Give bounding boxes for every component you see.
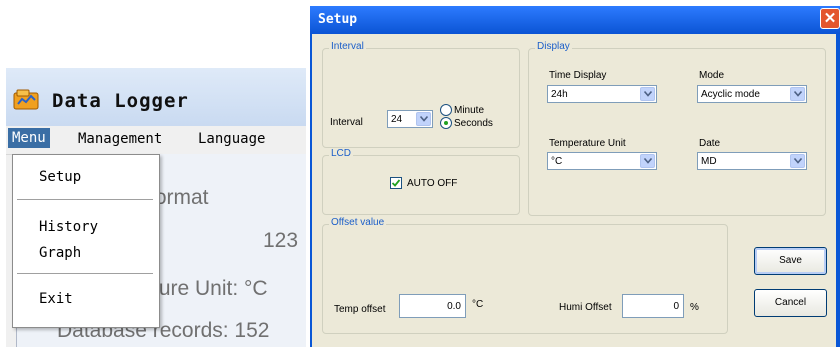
- menu-item-exit[interactable]: Exit: [39, 291, 73, 307]
- temp-unit-label: Temperature Unit: [549, 138, 626, 149]
- chevron-down-icon: [640, 87, 655, 101]
- data-logger-menubar: Menu Management Language: [6, 126, 306, 155]
- close-icon: ✕: [823, 10, 837, 27]
- temp-offset-input[interactable]: 0.0: [399, 294, 466, 318]
- setup-body: Interval Interval 24 Minute Seconds LCD …: [312, 34, 836, 347]
- lcd-legend: LCD: [329, 148, 354, 159]
- menu-item-history[interactable]: History: [39, 219, 98, 235]
- radio-minute-label: Minute: [454, 105, 485, 116]
- interval-label: Interval: [330, 117, 363, 128]
- temp-unit-select[interactable]: °C: [547, 152, 657, 170]
- chevron-down-icon: [790, 154, 805, 168]
- lcd-group: LCD AUTO OFF: [322, 148, 520, 215]
- content-id-value: 123: [263, 229, 299, 252]
- interval-legend: Interval: [329, 41, 366, 52]
- auto-off-label: AUTO OFF: [407, 178, 458, 189]
- app-logo-icon: [13, 89, 39, 110]
- menu-item-setup[interactable]: Setup: [39, 169, 81, 185]
- humi-offset-value: 0: [673, 301, 679, 312]
- menu-menu[interactable]: Menu: [8, 128, 50, 148]
- data-logger-title: Data Logger: [52, 90, 189, 112]
- interval-select[interactable]: 24: [387, 110, 433, 128]
- cancel-button[interactable]: Cancel: [754, 289, 827, 317]
- auto-off-checkbox[interactable]: [390, 177, 402, 189]
- offset-legend: Offset value: [329, 217, 387, 228]
- menu-separator: [17, 273, 153, 274]
- date-select[interactable]: MD: [697, 152, 807, 170]
- display-group: Display Time Display 24h Mode Acyclic mo…: [528, 41, 826, 216]
- mode-select[interactable]: Acyclic mode: [697, 85, 807, 103]
- menu-management[interactable]: Management: [78, 131, 162, 147]
- time-display-select[interactable]: 24h: [547, 85, 657, 103]
- content-temp-unit: ture Unit: °C: [153, 277, 268, 300]
- date-value: MD: [701, 156, 717, 167]
- radio-seconds[interactable]: [440, 117, 452, 129]
- temp-unit-value: °C: [551, 156, 563, 167]
- setup-title-bar: Setup ✕: [310, 6, 840, 34]
- menu-item-graph[interactable]: Graph: [39, 245, 81, 261]
- radio-seconds-label: Seconds: [454, 118, 493, 129]
- time-display-label: Time Display: [549, 70, 607, 81]
- humi-offset-input[interactable]: 0: [622, 294, 684, 318]
- display-legend: Display: [535, 41, 572, 52]
- humi-offset-unit: %: [690, 302, 699, 313]
- mode-label: Mode: [699, 70, 725, 81]
- menu-language[interactable]: Language: [198, 131, 265, 147]
- interval-group: Interval Interval 24 Minute Seconds: [322, 41, 520, 148]
- menu-dropdown: Setup History Graph Exit: [12, 154, 160, 328]
- humi-offset-label: Humi Offset: [559, 302, 612, 313]
- save-button[interactable]: Save: [754, 247, 827, 275]
- mode-value: Acyclic mode: [701, 89, 760, 100]
- data-logger-window: Data Logger Menu Management Language for…: [6, 68, 306, 347]
- chevron-down-icon: [416, 112, 431, 126]
- menu-separator: [17, 199, 153, 200]
- setup-dialog: Setup ✕ Interval Interval 24 Minute Seco…: [310, 6, 840, 347]
- chevron-down-icon: [790, 87, 805, 101]
- time-display-value: 24h: [551, 89, 568, 100]
- chevron-down-icon: [640, 154, 655, 168]
- interval-value: 24: [391, 114, 403, 125]
- data-logger-title-bar: Data Logger: [6, 68, 306, 126]
- date-label: Date: [699, 138, 721, 149]
- temp-offset-unit: °C: [472, 299, 484, 310]
- close-button[interactable]: ✕: [820, 8, 840, 29]
- offset-group: Offset value Temp offset 0.0 °C Humi Off…: [322, 217, 728, 334]
- temp-offset-label: Temp offset: [334, 304, 386, 315]
- setup-title: Setup: [318, 12, 358, 27]
- temp-offset-value: 0.0: [447, 301, 461, 312]
- radio-minute[interactable]: [440, 104, 452, 116]
- check-icon: [391, 179, 401, 187]
